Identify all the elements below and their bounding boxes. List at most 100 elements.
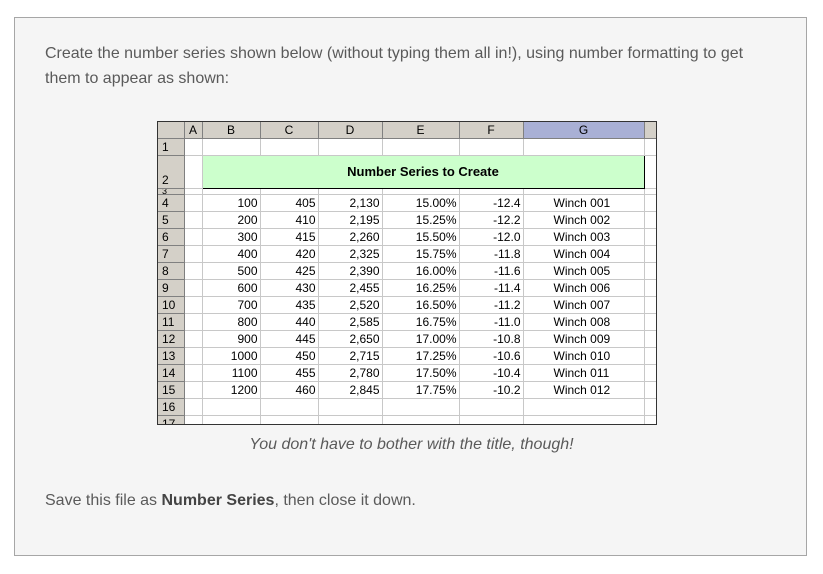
cell-e: 16.25%: [382, 279, 460, 297]
row-header: 9: [158, 279, 185, 297]
column-header-d: D: [318, 122, 383, 139]
cell-d: 2,520: [318, 296, 383, 314]
cell-e: 16.00%: [382, 262, 460, 280]
empty-cell: [644, 364, 656, 382]
cell-g: Winch 011: [523, 364, 645, 382]
cell-b: 600: [202, 279, 261, 297]
row-header: 11: [158, 313, 185, 331]
empty-cell: [202, 415, 261, 424]
empty-cell: [382, 415, 460, 424]
column-header-c: C: [260, 122, 319, 139]
empty-cell: [644, 279, 656, 297]
empty-cell: [184, 211, 203, 229]
empty-cell: [644, 347, 656, 365]
empty-cell: [644, 398, 656, 416]
cell-e: 17.50%: [382, 364, 460, 382]
cell-b: 300: [202, 228, 261, 246]
empty-cell: [184, 194, 203, 212]
save-filename: Number Series: [161, 492, 275, 509]
row-header: 16: [158, 398, 185, 416]
cell-f: -11.0: [459, 313, 524, 331]
cell-c: 440: [260, 313, 319, 331]
column-header-g: G: [523, 122, 645, 139]
cell-e: 15.00%: [382, 194, 460, 212]
row-header: 12: [158, 330, 185, 348]
sheet-row: 16: [158, 398, 656, 416]
empty-cell: [184, 262, 203, 280]
caption-text: You don't have to bother with the title,…: [249, 436, 574, 453]
row-header: 2: [158, 155, 185, 189]
empty-cell: [260, 398, 319, 416]
cell-e: 15.75%: [382, 245, 460, 263]
empty-cell: [644, 415, 656, 424]
empty-cell: [184, 138, 203, 156]
empty-cell: [644, 138, 656, 156]
cell-g: Winch 012: [523, 381, 645, 399]
cell-g: Winch 006: [523, 279, 645, 297]
cell-e: 17.75%: [382, 381, 460, 399]
empty-cell: [644, 313, 656, 331]
row-header: 10: [158, 296, 185, 314]
cell-d: 2,585: [318, 313, 383, 331]
table-title: Number Series to Create: [201, 155, 645, 189]
empty-cell: [184, 313, 203, 331]
cell-d: 2,715: [318, 347, 383, 365]
cell-d: 2,260: [318, 228, 383, 246]
cell-f: -10.8: [459, 330, 524, 348]
cell-e: 15.50%: [382, 228, 460, 246]
cell-g: Winch 007: [523, 296, 645, 314]
cell-b: 200: [202, 211, 261, 229]
row-header: 6: [158, 228, 185, 246]
empty-cell: [459, 398, 524, 416]
sheet-row: 1: [158, 138, 656, 156]
empty-cell: [202, 138, 261, 156]
table-row: 6 300 415 2,260 15.50% -12.0 Winch 003: [158, 228, 656, 246]
cell-f: -12.2: [459, 211, 524, 229]
empty-cell: [644, 228, 656, 246]
empty-cell: [184, 245, 203, 263]
table-row: 4 100 405 2,130 15.00% -12.4 Winch 001: [158, 194, 656, 212]
empty-cell: [260, 415, 319, 424]
cell-g: Winch 003: [523, 228, 645, 246]
empty-cell: [184, 398, 203, 416]
empty-cell: [260, 138, 319, 156]
cell-f: -10.6: [459, 347, 524, 365]
cell-b: 900: [202, 330, 261, 348]
cell-d: 2,130: [318, 194, 383, 212]
empty-cell: [644, 330, 656, 348]
save-suffix: , then close it down.: [274, 492, 416, 509]
cell-b: 400: [202, 245, 261, 263]
cell-f: -12.4: [459, 194, 524, 212]
empty-cell: [318, 398, 383, 416]
spreadsheet-grid: A B C D E F G 1 2 Number Series to Create 3 4 100 405…: [158, 122, 656, 424]
cell-b: 1200: [202, 381, 261, 399]
empty-cell: [184, 228, 203, 246]
row-header: 7: [158, 245, 185, 263]
table-row: 11 800 440 2,585 16.75% -11.0 Winch 008: [158, 313, 656, 331]
cell-b: 1100: [202, 364, 261, 382]
empty-cell: [318, 138, 383, 156]
cell-c: 430: [260, 279, 319, 297]
column-header-row: ABCDEFG: [158, 122, 656, 139]
empty-cell: [459, 138, 524, 156]
spreadsheet-image: A B C D E F G 1 2 Number Series to Create 3 4 100 405…: [157, 121, 657, 425]
cell-f: -10.4: [459, 364, 524, 382]
cell-b: 700: [202, 296, 261, 314]
empty-cell: [523, 415, 645, 424]
cell-c: 450: [260, 347, 319, 365]
empty-cell: [184, 296, 203, 314]
empty-cell: [184, 381, 203, 399]
row-header: 17: [158, 415, 185, 424]
cell-c: 420: [260, 245, 319, 263]
cell-b: 500: [202, 262, 261, 280]
table-row: 13 1000 450 2,715 17.25% -10.6 Winch 010: [158, 347, 656, 365]
cell-e: 17.25%: [382, 347, 460, 365]
empty-cell: [523, 398, 645, 416]
column-header-e: E: [382, 122, 460, 139]
cell-d: 2,845: [318, 381, 383, 399]
cell-d: 2,650: [318, 330, 383, 348]
cell-f: -11.8: [459, 245, 524, 263]
empty-cell: [644, 381, 656, 399]
cell-c: 410: [260, 211, 319, 229]
cell-f: -10.2: [459, 381, 524, 399]
